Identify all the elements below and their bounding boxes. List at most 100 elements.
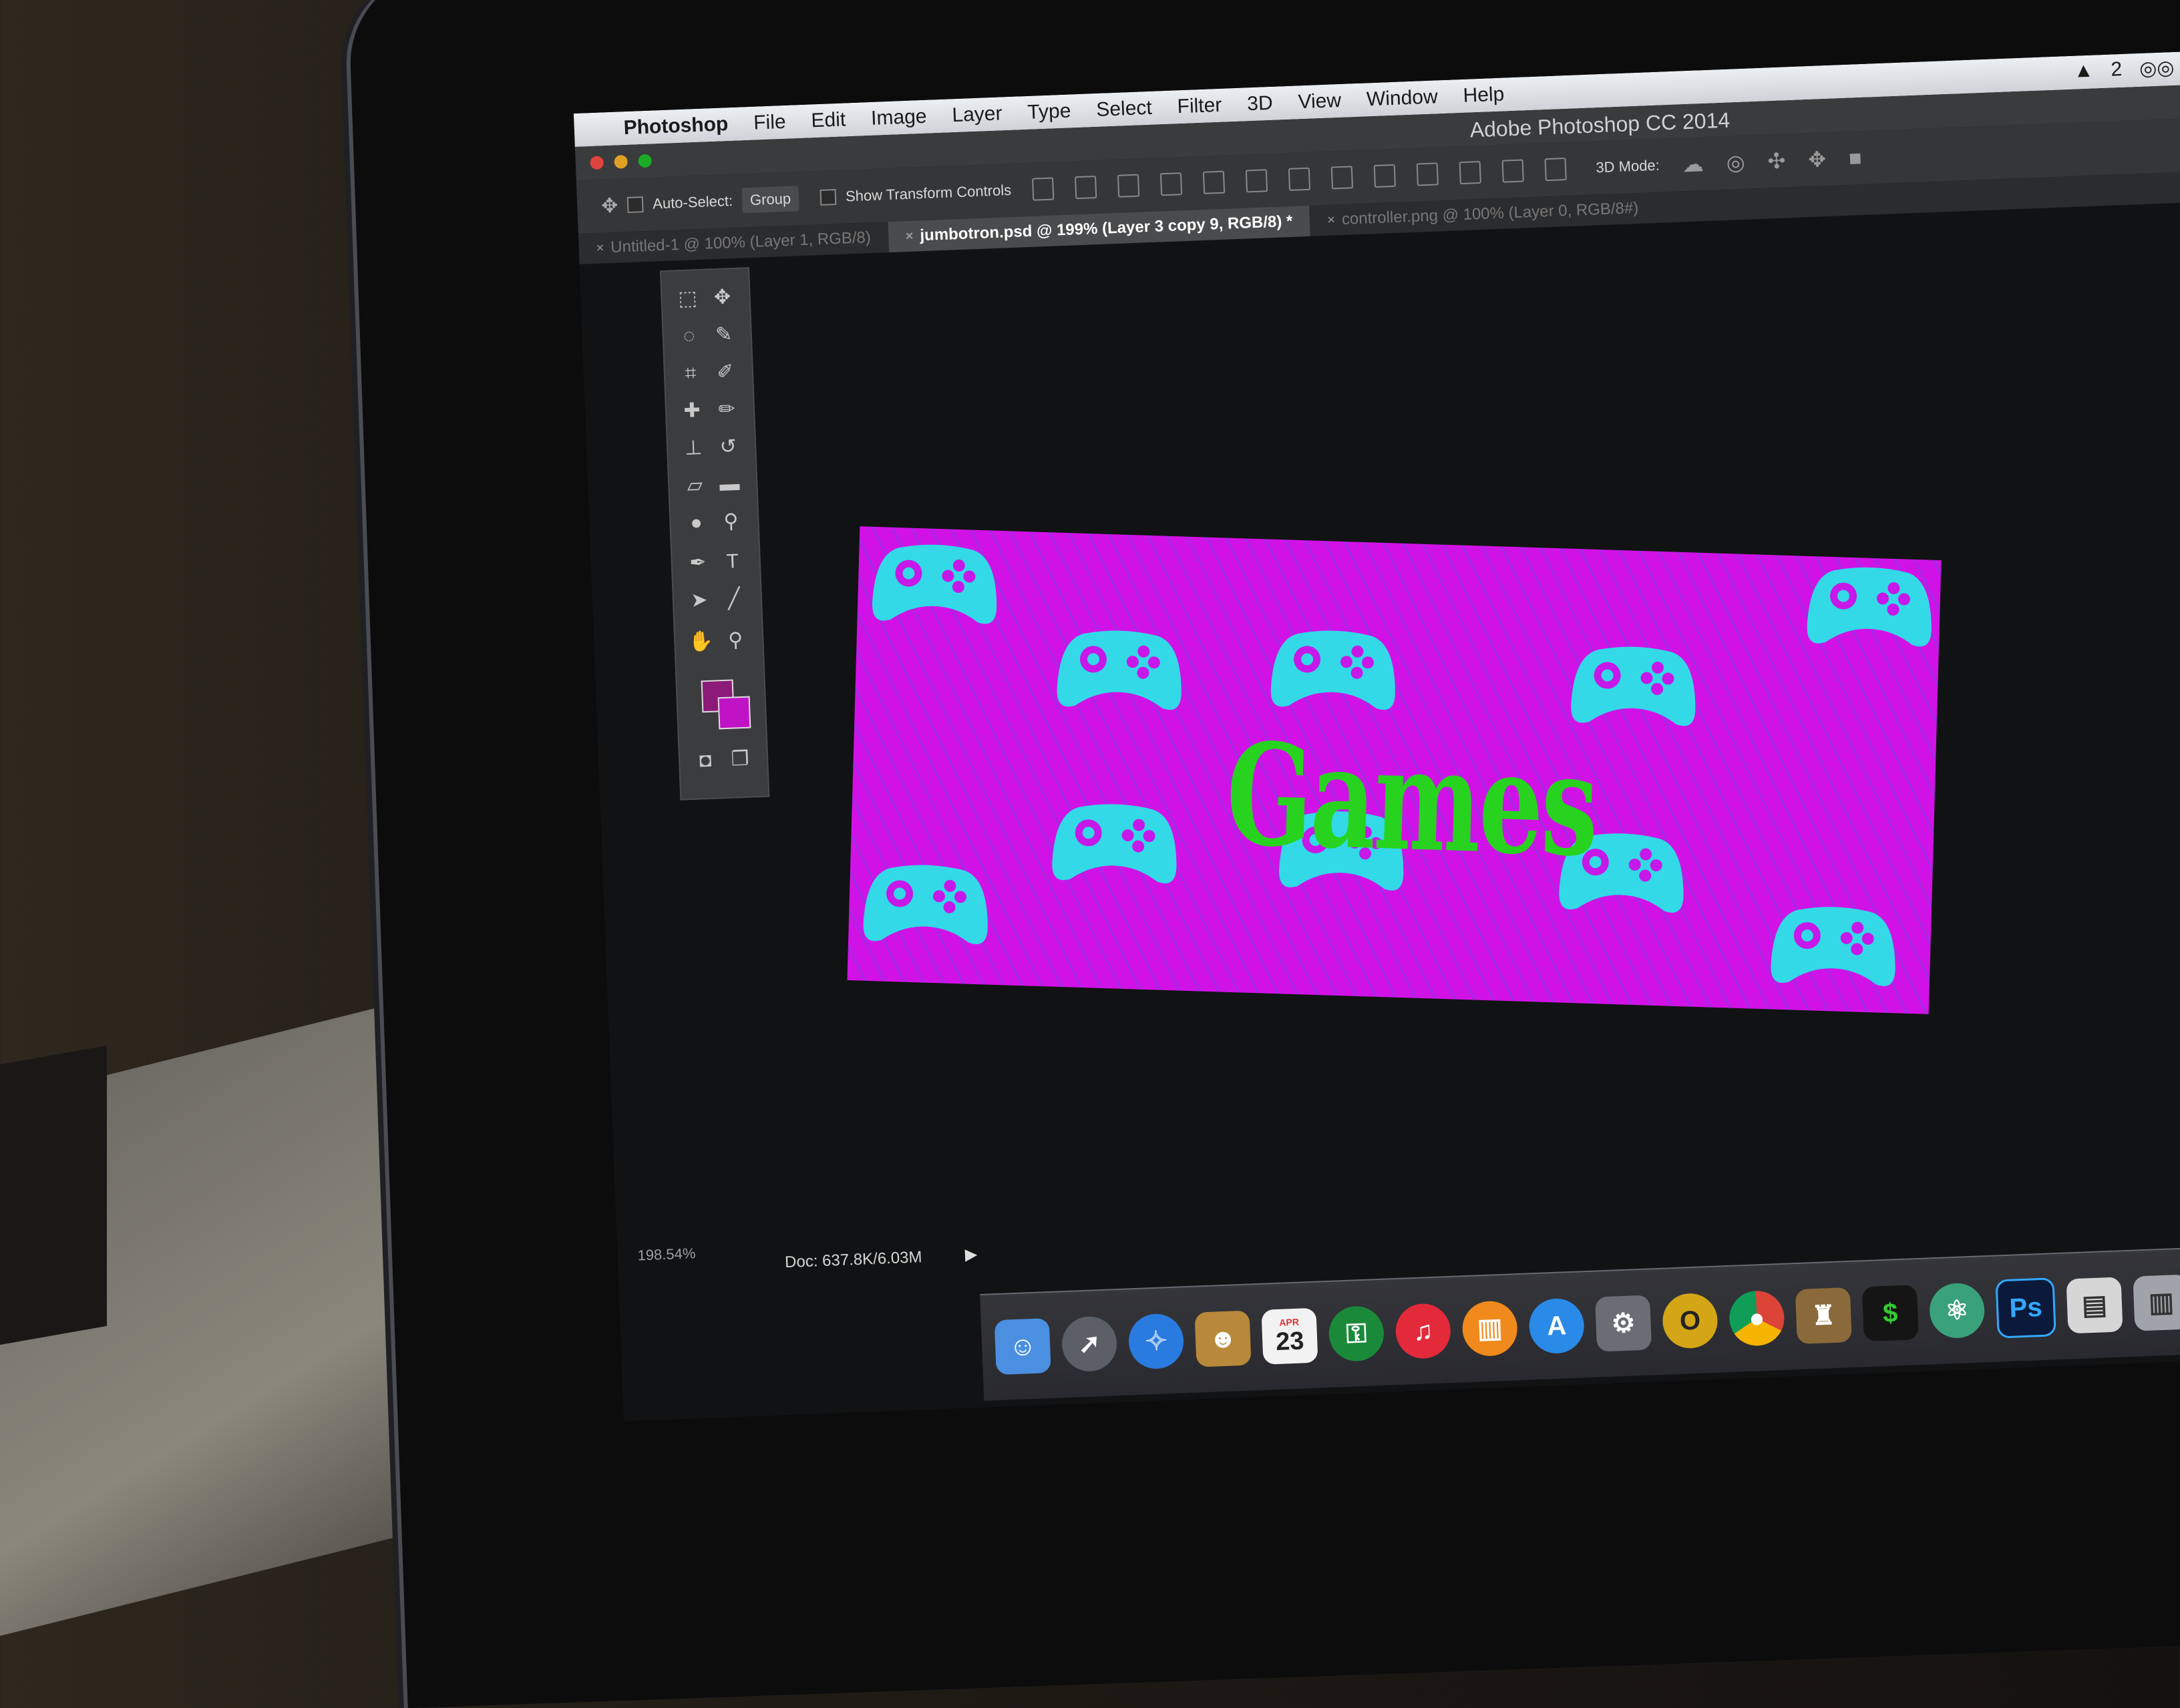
distribute-hcenter-icon[interactable] [1459,160,1482,185]
zoom-button[interactable] [638,154,653,168]
close-tab-icon[interactable]: × [1327,212,1336,228]
outlook-icon[interactable]: O [1661,1292,1719,1349]
eraser-tool-icon[interactable]: ▱ [680,471,711,501]
screen-mode-icon[interactable]: ❐ [725,744,755,775]
gradient-tool-icon[interactable]: ▬ [715,469,745,500]
close-tab-icon[interactable]: × [905,228,914,244]
tab-label: Untitled-1 @ 100% (Layer 1, RGB/8) [610,228,872,257]
contacts-icon[interactable]: ☻ [1194,1310,1252,1367]
auto-select-dropdown[interactable]: Group [741,186,799,214]
3d-orbit-icon[interactable]: ☁ [1682,151,1704,177]
menu-view[interactable]: View [1298,89,1342,114]
gamepad-icon [870,540,1000,631]
glasses-icon[interactable]: ◎◎ [2139,56,2175,81]
align-bottom-icon[interactable] [1117,174,1140,198]
gamepad-icon [1269,626,1399,717]
system-preferences-icon[interactable]: ⚙ [1595,1295,1652,1352]
menu-image[interactable]: Image [871,105,928,130]
lasso-tool-icon[interactable]: ◌ [674,321,705,352]
document-canvas[interactable]: Games [847,526,1942,1014]
distribute-right-icon[interactable] [1501,159,1525,183]
canvas-title-text: Games [1224,711,1599,889]
homebrew-icon[interactable]: ♜ [1795,1287,1852,1345]
type-tool-icon[interactable]: T [717,547,748,578]
distribute-left-icon[interactable] [1416,162,1439,186]
chrome-icon[interactable]: ● [1728,1289,1785,1347]
distribute-bottom-icon[interactable] [1374,164,1397,188]
background-color-swatch[interactable] [717,696,751,730]
line-tool-icon[interactable]: ╱ [719,584,749,615]
zoom-level[interactable]: 198.54% [637,1245,696,1264]
3d-roll-icon[interactable]: ◎ [1726,150,1745,176]
align-left-icon[interactable] [1160,172,1183,196]
menu-app-name[interactable]: Photoshop [623,113,729,140]
gamepad-icon [1050,800,1179,891]
menu-type[interactable]: Type [1027,99,1071,124]
3d-slide-icon[interactable]: ✥ [1808,146,1827,172]
marquee-tool-icon[interactable]: ⬚ [673,284,703,314]
auto-select-checkbox[interactable] [626,196,644,214]
distribute-vcenter-icon[interactable] [1331,166,1354,190]
menu-filter[interactable]: Filter [1177,94,1222,119]
menu-select[interactable]: Select [1096,97,1153,122]
atom-icon[interactable]: ⚛ [1928,1282,1986,1339]
terminal-icon[interactable]: $ [1861,1285,1919,1342]
blur-tool-icon[interactable]: ● [681,508,712,539]
brush-tool-icon[interactable]: ✏ [711,395,742,425]
photoshop-icon[interactable]: Ps [1995,1277,2056,1339]
history-brush-tool-icon[interactable]: ↺ [713,432,743,463]
status-menu-arrow-icon[interactable]: ▶ [964,1245,978,1265]
zoom-tool-icon[interactable]: ⚲ [720,625,751,656]
itunes-icon[interactable]: ♫ [1395,1302,1452,1360]
ibooks-icon[interactable]: ▥ [1461,1300,1519,1357]
screen: Photoshop File Edit Image Layer Type Sel… [573,49,2180,1422]
dodge-tool-icon[interactable]: ⚲ [716,507,747,538]
finder-icon[interactable]: ☺ [994,1318,1051,1375]
document-icon[interactable]: ▤ [2066,1277,2123,1334]
close-tab-icon[interactable]: × [596,240,604,256]
path-selection-tool-icon[interactable]: ➤ [684,586,715,616]
transform-controls-checkbox[interactable] [820,189,837,206]
menu-extras: ▲ 2 ◎◎ ▮ [2073,55,2180,83]
distribute-top-icon[interactable] [1288,167,1311,191]
trash-icon[interactable]: ▥ [2133,1274,2180,1331]
close-button[interactable] [590,156,604,170]
calendar-icon[interactable]: APR 23 [1261,1307,1318,1365]
auto-align-icon[interactable] [1544,158,1568,182]
crop-tool-icon[interactable]: ⌗ [675,359,706,389]
align-top-icon[interactable] [1032,177,1055,201]
keychain-icon[interactable]: ⚿ [1328,1305,1385,1362]
eyedropper-tool-icon[interactable]: ✐ [710,357,741,388]
calendar-day: 23 [1275,1326,1305,1356]
align-hcenter-icon[interactable] [1203,170,1226,194]
menu-layer[interactable]: Layer [952,102,1003,127]
menu-window[interactable]: Window [1366,85,1438,111]
tab-label: controller.png @ 100% (Layer 0, RGB/8#) [1341,198,1639,228]
stamp-tool-icon[interactable]: ⊥ [678,433,709,464]
minimize-button[interactable] [614,154,628,169]
align-right-icon[interactable] [1246,169,1268,193]
align-vcenter-icon[interactable] [1075,176,1097,200]
menu-edit[interactable]: Edit [811,108,846,132]
document-info: Doc: 637.8K/6.03M [784,1248,922,1272]
adobe-icon[interactable]: ▲ [2073,59,2094,83]
3d-pan-icon[interactable]: ✣ [1767,148,1786,174]
app-store-icon[interactable]: A [1528,1297,1586,1355]
hand-tool-icon[interactable]: ✋ [686,626,717,657]
launchpad-icon[interactable]: ➚ [1061,1315,1118,1373]
healing-brush-tool-icon[interactable]: ✚ [677,396,707,427]
quick-select-tool-icon[interactable]: ✎ [709,320,739,351]
3d-mode-label: 3D Mode: [1595,156,1660,176]
gamepad-icon [1805,563,1935,654]
pen-tool-icon[interactable]: ✒ [683,548,713,579]
safari-icon[interactable]: ✧ [1127,1313,1185,1370]
auto-select-label: Auto-Select: [652,192,733,212]
move-tool-icon[interactable]: ✥ [707,282,738,313]
move-tool-icon[interactable]: ✥ [601,194,618,218]
quick-mask-icon[interactable]: ◘ [690,745,721,776]
window-controls [590,154,653,170]
3d-camera-icon[interactable]: ■ [1848,146,1862,171]
menu-file[interactable]: File [753,111,787,135]
menu-help[interactable]: Help [1463,83,1505,108]
menu-3d[interactable]: 3D [1247,92,1274,116]
